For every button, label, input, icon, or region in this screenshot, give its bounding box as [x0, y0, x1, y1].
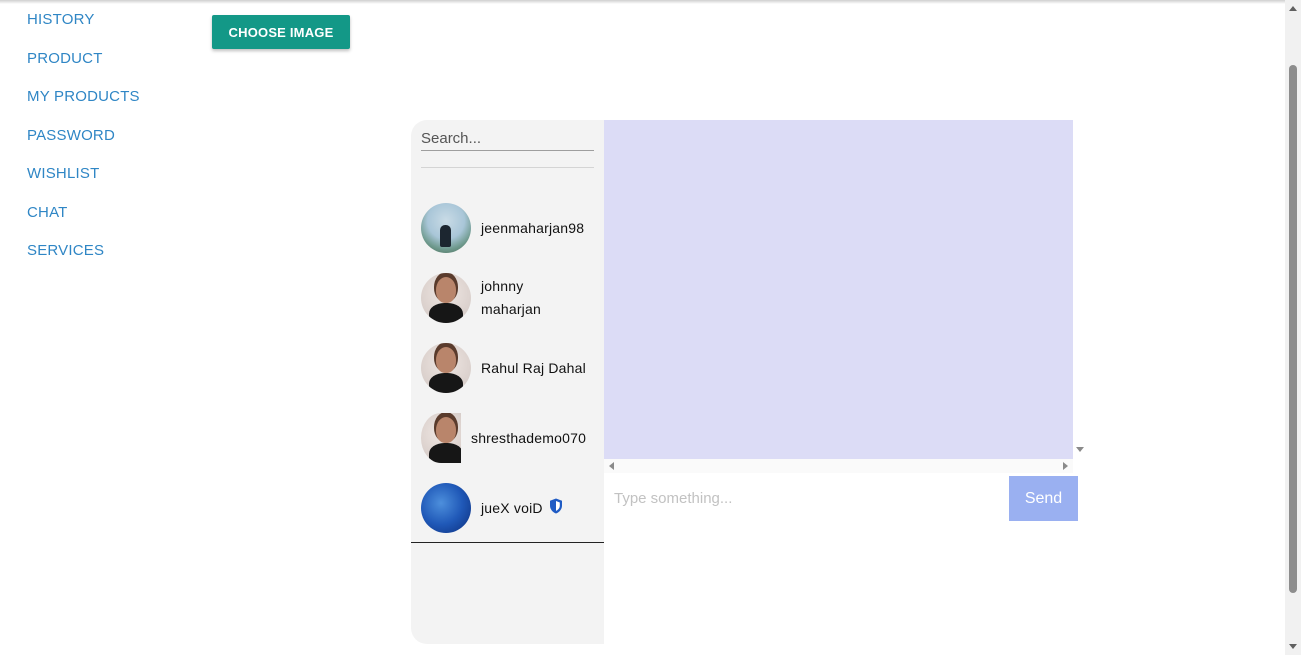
nav-wishlist[interactable]: WISHLIST [27, 165, 140, 204]
contact-name: jueX voiD [481, 499, 543, 516]
scroll-down-arrow-icon[interactable] [1289, 644, 1297, 649]
choose-image-button[interactable]: CHOOSE IMAGE [212, 15, 350, 49]
contacts-divider [411, 542, 604, 543]
message-input[interactable] [604, 476, 1009, 521]
nav-product[interactable]: PRODUCT [27, 50, 140, 89]
nav-my-products[interactable]: MY PRODUCTS [27, 88, 140, 127]
top-shadow [0, 0, 1285, 4]
contact-name: Rahul Raj Dahal [481, 359, 586, 376]
nav-history[interactable]: HISTORY [27, 11, 140, 50]
contact-name: shresthademo070 [471, 429, 587, 446]
send-button[interactable]: Send [1009, 476, 1078, 521]
nav-password[interactable]: PASSWORD [27, 127, 140, 166]
contact-item[interactable]: shresthademo070 [421, 413, 604, 463]
scroll-up-arrow-icon[interactable] [1289, 6, 1297, 11]
scroll-down-arrow-icon[interactable] [1076, 447, 1084, 452]
page-scrollbar[interactable] [1285, 0, 1301, 655]
avatar [421, 203, 471, 253]
chat-widget: jeenmaharjan98 johnny maharjan Rahul Raj… [411, 120, 1088, 644]
sidebar-nav: HISTORY PRODUCT MY PRODUCTS PASSWORD WIS… [27, 11, 140, 281]
contacts-panel: jeenmaharjan98 johnny maharjan Rahul Raj… [411, 120, 604, 644]
nav-chat[interactable]: CHAT [27, 204, 140, 243]
scroll-right-arrow-icon[interactable] [1063, 462, 1068, 470]
avatar [421, 483, 471, 533]
contact-item[interactable]: jueX voiD [421, 483, 604, 533]
avatar [421, 343, 471, 393]
search-divider [421, 167, 594, 168]
contact-item[interactable]: jeenmaharjan98 [421, 203, 604, 253]
contact-item[interactable]: Rahul Raj Dahal [421, 343, 604, 393]
nav-services[interactable]: SERVICES [27, 242, 140, 281]
scrollbar-thumb[interactable] [1289, 65, 1297, 593]
avatar [421, 273, 471, 323]
scroll-left-arrow-icon[interactable] [609, 462, 614, 470]
messages-area[interactable] [604, 120, 1073, 459]
contact-item[interactable]: johnny maharjan [421, 273, 604, 323]
contact-name: johnny maharjan [481, 278, 541, 317]
avatar [421, 413, 461, 463]
horizontal-scrollbar[interactable] [604, 459, 1073, 473]
contact-search-input[interactable] [421, 126, 594, 151]
contact-name: jeenmaharjan98 [481, 219, 585, 236]
shield-icon [549, 498, 563, 519]
